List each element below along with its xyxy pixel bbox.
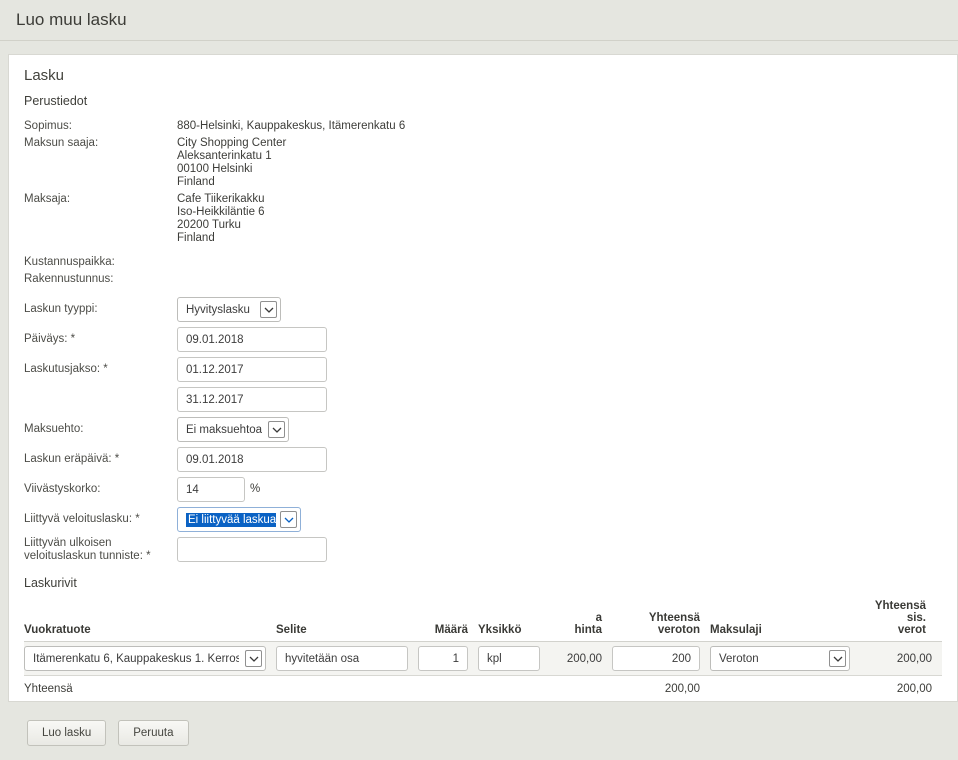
field-row-kustannuspaikka: Kustannuspaikka: — [24, 256, 942, 269]
totals-yhteensa-veroton: 200,00 — [612, 676, 710, 696]
col-header-yhteensa-sis-verot: Yhteensä sis. verot — [860, 600, 942, 642]
top-bar: Luo muu lasku — [0, 0, 958, 41]
subsection-title-perustiedot: Perustiedot — [24, 94, 942, 108]
subsection-title-laskurivit: Laskurivit — [24, 576, 942, 590]
maksaja-label: Maksaja: — [24, 193, 177, 206]
totals-yhteensa-sis-verot: 200,00 — [860, 676, 942, 696]
percent-suffix: % — [250, 477, 260, 495]
field-row-viivastyskorko: Viivästyskorko: % — [24, 477, 942, 502]
page-title: Luo muu lasku — [16, 10, 127, 30]
yhteensa-veroton-input[interactable] — [612, 646, 700, 671]
field-row-maksaja: Maksaja: Cafe Tiikerikakku Iso-Heikkilän… — [24, 193, 942, 245]
field-row-maksun-saaja: Maksun saaja: City Shopping Center Aleks… — [24, 137, 942, 189]
invoice-card: Lasku Perustiedot Sopimus: 880-Helsinki,… — [8, 54, 958, 702]
chevron-down-icon — [260, 301, 277, 318]
col-header-yksikko: Yksikkö — [478, 600, 550, 642]
totals-row: Yhteensä 200,00 200,00 — [24, 676, 942, 696]
paivays-label: Päiväys: * — [24, 327, 177, 346]
field-row-sopimus: Sopimus: 880-Helsinki, Kauppakeskus, Itä… — [24, 120, 942, 133]
laskutusjakso-start-input[interactable] — [177, 357, 327, 382]
viivastyskorko-input[interactable] — [177, 477, 245, 502]
ulkoinen-tunniste-label: Liittyvän ulkoisen veloituslaskun tunnis… — [24, 537, 177, 563]
maara-input[interactable] — [418, 646, 468, 671]
invoice-lines-table: Vuokratuote Selite Määrä Yksikkö a hinta… — [24, 600, 942, 695]
viivastyskorko-label: Viivästyskorko: — [24, 477, 177, 496]
field-row-paivays: Päiväys: * — [24, 327, 942, 352]
address-line: Iso-Heikkiläntie 6 — [177, 206, 265, 219]
vuokratuote-select[interactable]: Itämerenkatu 6, Kauppakeskus 1. Kerros, … — [24, 646, 266, 671]
maksulaji-select[interactable]: Veroton — [710, 646, 850, 671]
ulkoinen-tunniste-input[interactable] — [177, 537, 327, 562]
chevron-down-icon — [280, 511, 297, 528]
col-header-a-hinta: a hinta — [550, 600, 612, 642]
chevron-down-icon — [829, 650, 846, 667]
totals-label: Yhteensä — [24, 676, 276, 696]
col-header-vuokratuote: Vuokratuote — [24, 600, 276, 642]
yksikko-input[interactable] — [478, 646, 540, 671]
create-invoice-button[interactable]: Luo lasku — [27, 720, 106, 746]
address-line: 00100 Helsinki — [177, 163, 286, 176]
sopimus-value: 880-Helsinki, Kauppakeskus, Itämerenkatu… — [177, 120, 405, 133]
kustannuspaikka-label: Kustannuspaikka: — [24, 256, 177, 269]
maksulaji-selected-value: Veroton — [719, 653, 823, 665]
field-row-laskun-erapaiva: Laskun eräpäivä: * — [24, 447, 942, 472]
col-header-maksulaji: Maksulaji — [710, 600, 860, 642]
address-line: Cafe Tiikerikakku — [177, 193, 265, 206]
chevron-down-icon — [245, 650, 262, 667]
rakennustunnus-label: Rakennustunnus: — [24, 273, 177, 286]
vuokratuote-selected-value: Itämerenkatu 6, Kauppakeskus 1. Kerros, … — [33, 653, 239, 665]
liittyva-veloituslasku-label: Liittyvä veloituslasku: * — [24, 507, 177, 526]
maksaja-value: Cafe Tiikerikakku Iso-Heikkiläntie 6 202… — [177, 193, 265, 245]
sopimus-label: Sopimus: — [24, 120, 177, 133]
address-line: Finland — [177, 232, 265, 245]
address-line: Finland — [177, 176, 286, 189]
field-row-maksuehto: Maksuehto: Ei maksuehtoa — [24, 417, 942, 442]
laskutusjakso-end-input[interactable] — [177, 387, 327, 412]
footer-actions: Luo lasku Peruuta — [0, 702, 958, 746]
col-header-selite: Selite — [276, 600, 418, 642]
section-title-lasku: Lasku — [24, 67, 942, 84]
address-line: 20200 Turku — [177, 219, 265, 232]
laskun-tyyppi-select[interactable]: Hyvityslasku — [177, 297, 281, 322]
field-row-ulkoinen-tunniste: Liittyvän ulkoisen veloituslaskun tunnis… — [24, 537, 942, 563]
laskun-erapaiva-input[interactable] — [177, 447, 327, 472]
field-row-laskun-tyyppi: Laskun tyyppi: Hyvityslasku — [24, 297, 942, 322]
selite-input[interactable] — [276, 646, 408, 671]
yhteensa-sis-verot-value: 200,00 — [860, 642, 942, 676]
invoice-line-row: Itämerenkatu 6, Kauppakeskus 1. Kerros, … — [24, 642, 942, 676]
laskutusjakso-inputs — [177, 357, 327, 412]
laskutusjakso-label: Laskutusjakso: * — [24, 357, 177, 376]
chevron-down-icon — [268, 421, 285, 438]
maksun-saaja-label: Maksun saaja: — [24, 137, 177, 150]
laskun-tyyppi-label: Laskun tyyppi: — [24, 297, 177, 316]
table-header-row: Vuokratuote Selite Määrä Yksikkö a hinta… — [24, 600, 942, 642]
field-row-liittyva-veloituslasku: Liittyvä veloituslasku: * Ei liittyvää l… — [24, 507, 942, 532]
maksun-saaja-value: City Shopping Center Aleksanterinkatu 1 … — [177, 137, 286, 189]
a-hinta-value: 200,00 — [550, 642, 612, 676]
liittyva-veloituslasku-selected-value: Ei liittyvää laskua — [186, 513, 276, 527]
maksuehto-label: Maksuehto: — [24, 417, 177, 436]
maksuehto-select[interactable]: Ei maksuehtoa — [177, 417, 289, 442]
laskun-tyyppi-selected-value: Hyvityslasku — [186, 304, 254, 316]
liittyva-veloituslasku-select[interactable]: Ei liittyvää laskua — [177, 507, 301, 532]
cancel-button[interactable]: Peruuta — [118, 720, 188, 746]
field-row-rakennustunnus: Rakennustunnus: — [24, 273, 942, 286]
paivays-input[interactable] — [177, 327, 327, 352]
col-header-maara: Määrä — [418, 600, 478, 642]
field-row-laskutusjakso: Laskutusjakso: * — [24, 357, 942, 412]
address-line: City Shopping Center — [177, 137, 286, 150]
col-header-yhteensa-veroton: Yhteensä veroton — [612, 600, 710, 642]
maksuehto-selected-value: Ei maksuehtoa — [186, 424, 262, 436]
laskun-erapaiva-label: Laskun eräpäivä: * — [24, 447, 177, 466]
address-line: Aleksanterinkatu 1 — [177, 150, 286, 163]
